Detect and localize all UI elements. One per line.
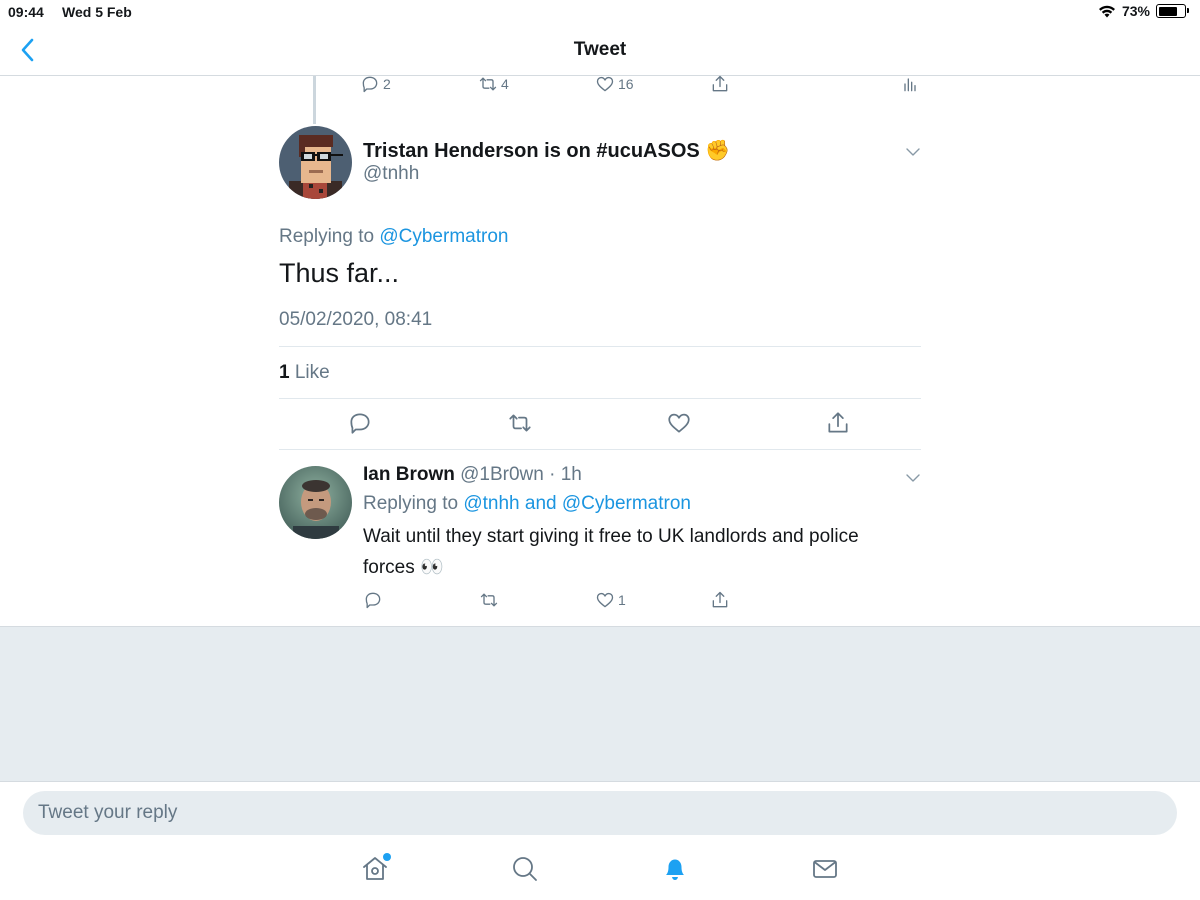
battery-icon [1156,4,1189,18]
reply-input[interactable] [23,791,1177,835]
author-handle[interactable]: @tnhh [363,163,419,185]
tweet-text: Thus far... [279,258,400,288]
divider [279,346,921,347]
profile-photo [279,466,352,539]
share-icon[interactable] [825,410,851,436]
tab-bar [0,853,1200,890]
mention-link[interactable]: @tnhh and @Cybermatron [463,493,691,514]
reply-count: 2 [383,76,391,92]
thread-connector [313,76,316,124]
battery-percent: 73% [1121,3,1150,19]
retweet-button[interactable]: 4 [478,74,509,94]
status-indicators: 73% [1098,3,1189,19]
retweet-count: 4 [501,76,509,92]
notifications-icon [666,859,684,880]
replying-to: Replying to @Cybermatron [279,226,508,248]
likes-label: Like [289,362,330,383]
chevron-down-icon[interactable] [905,144,921,160]
status-bar: 09:44 Wed 5 Feb 73% [0,0,1200,26]
divider [279,398,921,399]
page-title: Tweet [573,39,627,60]
likes-summary[interactable]: 1 Like [279,362,330,384]
search-icon [513,857,537,881]
reply-button[interactable]: 2 [360,74,391,94]
reply-icon [362,76,378,93]
avatar[interactable] [279,126,352,199]
likes-count: 1 [279,362,290,383]
reply-icon[interactable] [347,410,373,436]
retweet-icon [479,77,497,91]
like-count: 16 [618,76,634,92]
reply-button[interactable] [363,590,386,610]
share-button[interactable] [710,590,730,610]
replying-prefix: Replying to [279,226,380,247]
retweet-icon [480,593,498,607]
unread-dot [383,853,391,861]
messages-icon [813,860,837,878]
heart-icon [596,76,614,92]
heart-icon [596,592,614,608]
divider [279,449,921,450]
author-handle-time: @1Br0wn · 1h [454,464,582,485]
author-name[interactable]: Ian Brown [363,464,455,485]
chevron-down-icon[interactable] [905,470,921,486]
tab-notifications[interactable] [660,854,690,884]
tweet-text: Wait until they start giving it free to … [363,526,859,578]
reply-tweet[interactable]: Ian Brown @1Br0wn · 1h Replying to @tnhh… [279,458,921,623]
empty-thread-area [0,626,1200,781]
retweet-button[interactable] [479,590,502,610]
tweet-timestamp: 05/02/2020, 08:41 [279,309,433,330]
status-time: 09:44 [8,4,44,20]
share-icon [712,75,728,92]
retweet-icon[interactable] [507,410,533,436]
pixel-avatar-image [279,126,352,199]
author-name[interactable]: Tristan Henderson is on #ucuASOS ✊ [363,138,730,163]
like-button[interactable]: 16 [595,74,634,94]
previous-tweet-actions: 2 4 16 [360,74,920,96]
tweet-actions: 1 [363,590,903,614]
like-count: 1 [618,592,626,608]
share-icon [712,591,728,608]
status-date: Wed 5 Feb [62,4,132,20]
heart-icon[interactable] [666,410,692,436]
reply-composer [0,781,1200,900]
like-button[interactable]: 1 [595,590,626,610]
mention-link[interactable]: @Cybermatron [379,226,508,247]
reply-icon [365,592,381,609]
nav-bar: Tweet [0,26,1200,76]
replying-prefix: Replying to [363,493,464,514]
analytics-button[interactable] [900,74,920,94]
wifi-icon [1098,5,1115,18]
reply-header: Ian Brown @1Br0wn · 1h [363,464,582,486]
tab-messages[interactable] [810,854,840,884]
replying-to: Replying to @tnhh and @Cybermatron [363,493,691,515]
tab-home[interactable] [360,853,391,884]
analytics-icon [904,78,916,92]
tweet-actions [279,408,921,442]
tab-search[interactable] [510,854,540,884]
share-button[interactable] [710,74,730,94]
avatar[interactable] [279,466,352,539]
